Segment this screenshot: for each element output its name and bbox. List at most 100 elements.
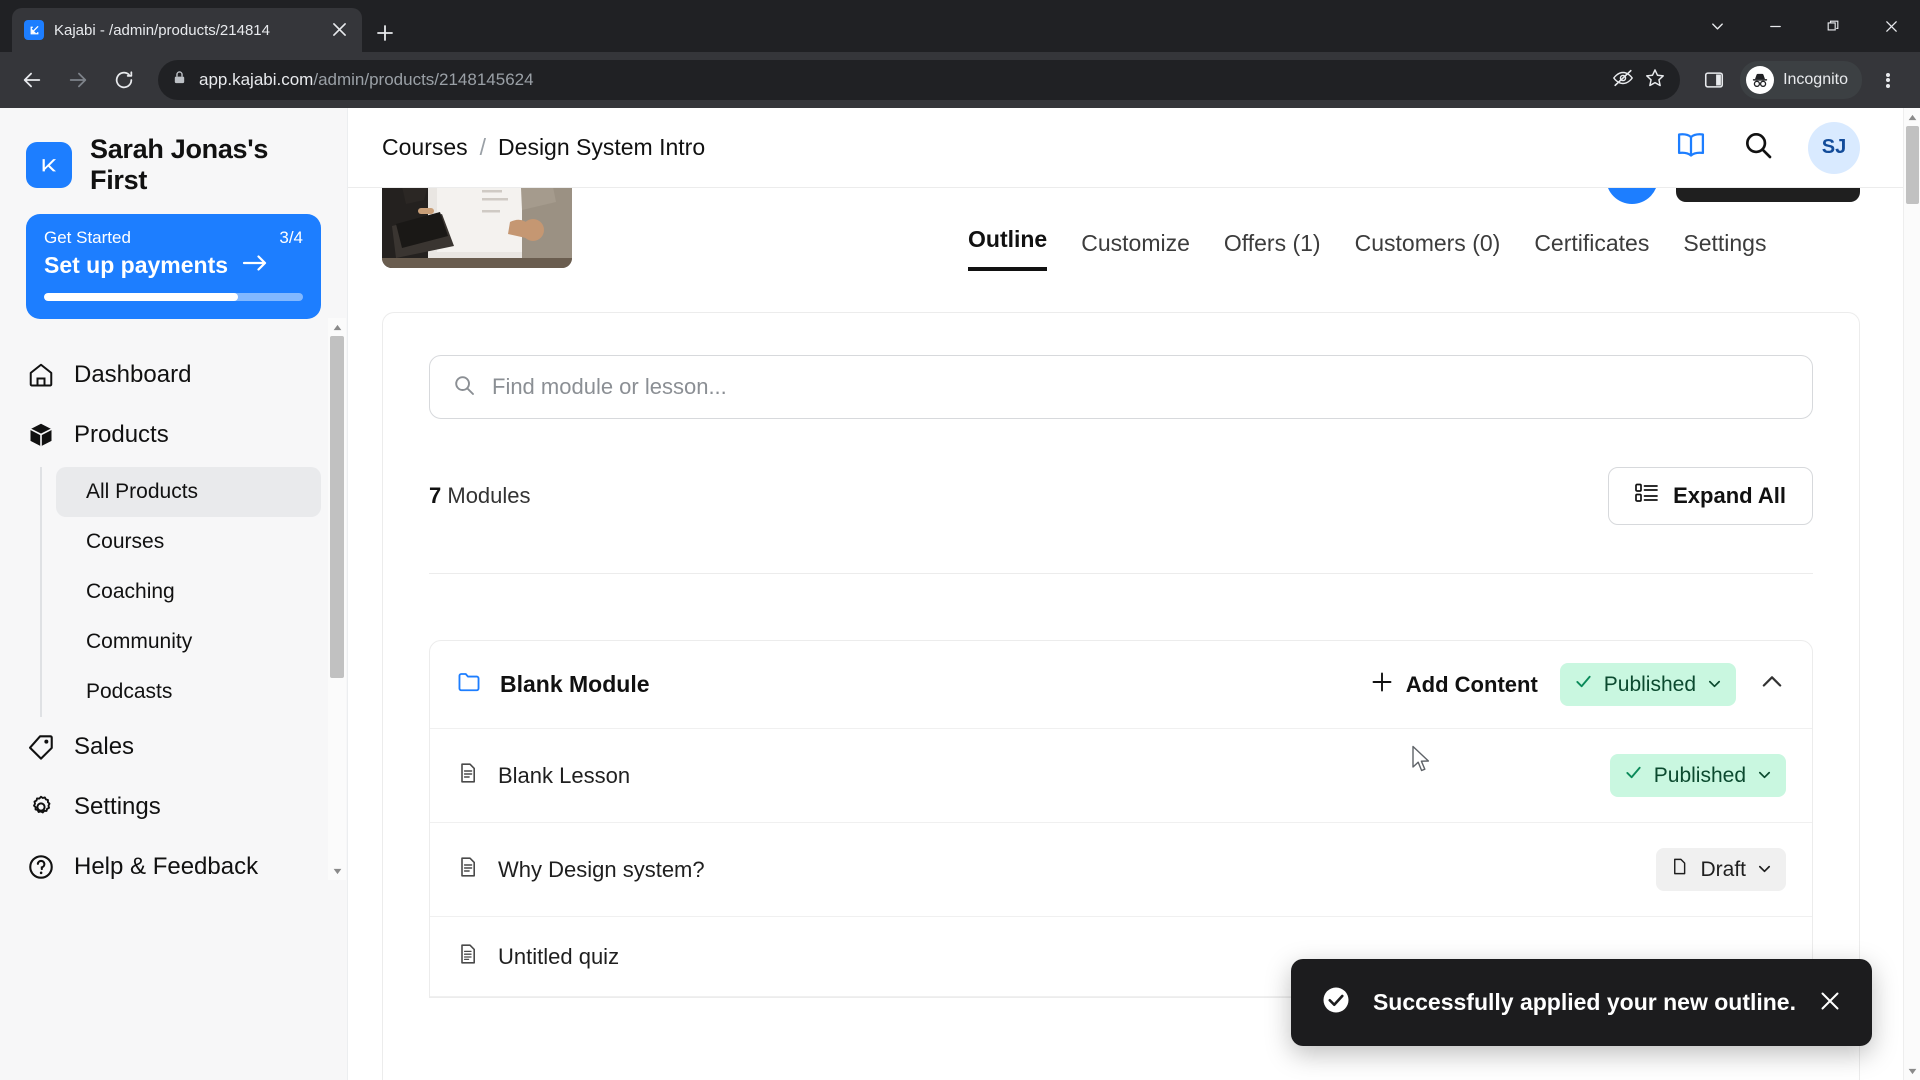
content-topbar: Courses / Design System Intro SJ: [348, 108, 1920, 188]
add-content-label: Add Content: [1405, 671, 1538, 697]
page-scrollbar[interactable]: [1903, 108, 1920, 1080]
check-icon: [1624, 763, 1643, 788]
primary-action-button-cutoff[interactable]: [1676, 188, 1860, 202]
sidebar-item-courses[interactable]: Courses: [56, 517, 321, 567]
side-panel-icon[interactable]: [1694, 60, 1734, 100]
close-icon[interactable]: [329, 19, 350, 42]
search-icon[interactable]: [1742, 129, 1774, 166]
check-circle-icon: [1321, 985, 1351, 1020]
browser-tab-strip: Kajabi - /admin/products/214814: [0, 0, 1920, 52]
brand-name: Sarah Jonas's First: [90, 134, 269, 195]
tab-customize[interactable]: Customize: [1081, 230, 1190, 271]
plus-icon: [1370, 670, 1394, 700]
document-icon: [456, 855, 480, 884]
modules-count: 7 Modules: [429, 483, 531, 509]
lesson-title: Why Design system?: [498, 856, 705, 882]
toast-message: Successfully applied your new outline.: [1372, 989, 1796, 1015]
lesson-title: Untitled quiz: [498, 943, 620, 969]
incognito-indicator[interactable]: Incognito: [1740, 61, 1862, 99]
modules-summary-row: 7 Modules Expand All: [429, 467, 1813, 574]
expand-all-button[interactable]: Expand All: [1608, 467, 1813, 525]
sidebar-scroll-area: Get Started 3/4 Set up payments Dashboar…: [0, 214, 347, 1080]
modules-count-label: Modules: [447, 483, 531, 508]
sidebar-item-label: Dashboard: [74, 361, 192, 388]
sidebar-item-all-products[interactable]: All Products: [56, 467, 321, 517]
scroll-down-arrow-icon[interactable]: [1903, 1062, 1920, 1080]
maximize-button[interactable]: [1804, 0, 1862, 52]
eye-slash-icon[interactable]: [1612, 67, 1634, 94]
close-window-button[interactable]: [1862, 0, 1920, 52]
search-icon: [452, 373, 476, 402]
sidebar-item-podcasts[interactable]: Podcasts: [56, 667, 321, 717]
sidebar-item-help-feedback[interactable]: Help & Feedback: [26, 837, 321, 897]
book-icon[interactable]: [1674, 128, 1708, 167]
folder-icon: [456, 669, 482, 700]
breadcrumb-current: Design System Intro: [498, 134, 706, 160]
sidebar-item-coaching[interactable]: Coaching: [56, 567, 321, 617]
sidebar-item-community[interactable]: Community: [56, 617, 321, 667]
chevron-down-icon: [1757, 764, 1772, 788]
page-viewport: Sarah Jonas's First Get Started 3/4 Set …: [0, 108, 1920, 1080]
tab-customers[interactable]: Customers (0): [1355, 230, 1501, 271]
breadcrumb-parent[interactable]: Courses: [382, 134, 468, 161]
reload-button[interactable]: [104, 60, 144, 100]
module-header-row[interactable]: Blank Module Add Content Published: [430, 641, 1812, 729]
sidebar-item-products[interactable]: Products: [26, 405, 321, 465]
expand-all-label: Expand All: [1673, 483, 1786, 508]
tab-settings[interactable]: Settings: [1683, 230, 1766, 271]
kajabi-logo-icon: [26, 142, 72, 188]
module-search-field[interactable]: Find module or lesson...: [429, 355, 1813, 419]
sidebar-item-label: Sales: [74, 733, 135, 760]
brand-header[interactable]: Sarah Jonas's First: [0, 108, 347, 214]
lesson-status-badge[interactable]: Published: [1609, 754, 1786, 797]
scrollbar-track[interactable]: [328, 336, 346, 862]
add-content-button[interactable]: Add Content: [1370, 670, 1538, 700]
star-icon[interactable]: [1644, 67, 1666, 94]
sidebar-item-dashboard[interactable]: Dashboard: [26, 345, 321, 405]
scroll-up-arrow-icon[interactable]: [1903, 108, 1920, 126]
toast-notification: Successfully applied your new outline.: [1290, 959, 1872, 1046]
back-button[interactable]: [12, 60, 52, 100]
tab-outline[interactable]: Outline: [968, 226, 1048, 271]
tab-offers[interactable]: Offers (1): [1224, 230, 1321, 271]
get-started-progress-bar: [44, 293, 303, 301]
browser-toolbar: app.kajabi.com/admin/products/2148145624…: [0, 52, 1920, 108]
check-icon: [1574, 672, 1593, 697]
scroll-up-arrow-icon[interactable]: [328, 318, 346, 336]
scrollbar-track[interactable]: [1904, 126, 1920, 1062]
scrollbar-thumb[interactable]: [330, 336, 344, 678]
breadcrumb-separator: /: [479, 134, 487, 160]
minimize-button[interactable]: [1746, 0, 1804, 52]
box-icon: [26, 420, 56, 450]
close-icon[interactable]: [1818, 989, 1842, 1017]
forward-button[interactable]: [58, 60, 98, 100]
module-status-badge[interactable]: Published: [1559, 663, 1736, 706]
get-started-card[interactable]: Get Started 3/4 Set up payments: [26, 214, 321, 319]
scrollbar-thumb[interactable]: [1905, 126, 1919, 204]
browser-tab[interactable]: Kajabi - /admin/products/214814: [12, 8, 362, 52]
app-sidebar: Sarah Jonas's First Get Started 3/4 Set …: [0, 108, 348, 1080]
lesson-status-label: Published: [1653, 763, 1746, 787]
quiz-document-icon: [456, 942, 480, 971]
sidebar-item-sales[interactable]: Sales: [26, 717, 321, 777]
tab-certificates[interactable]: Certificates: [1534, 230, 1649, 271]
window-controls: [1688, 0, 1920, 52]
three-dot-menu-icon[interactable]: [1868, 60, 1908, 100]
chevron-down-button[interactable]: [1688, 0, 1746, 52]
arrow-right-icon: [242, 252, 268, 279]
chevron-up-icon[interactable]: [1758, 668, 1786, 701]
sidebar-item-settings[interactable]: Settings: [26, 777, 321, 837]
sidebar-scrollbar[interactable]: [328, 318, 346, 880]
document-icon: [456, 761, 480, 790]
avatar[interactable]: SJ: [1808, 121, 1860, 174]
new-tab-button[interactable]: [376, 20, 394, 46]
get-started-progress-text: 3/4: [279, 228, 303, 247]
lesson-status-label: Draft: [1700, 857, 1746, 881]
list-item[interactable]: Why Design system? Draft: [430, 823, 1812, 917]
address-bar[interactable]: app.kajabi.com/admin/products/2148145624: [158, 60, 1681, 100]
list-item[interactable]: Blank Lesson Published: [430, 729, 1812, 823]
lesson-status-badge[interactable]: Draft: [1656, 848, 1786, 891]
sidebar-subnav-products: All Products Courses Coaching Community …: [40, 467, 321, 717]
preview-avatar-cutoff[interactable]: [1606, 188, 1658, 204]
scroll-down-arrow-icon[interactable]: [328, 862, 346, 880]
